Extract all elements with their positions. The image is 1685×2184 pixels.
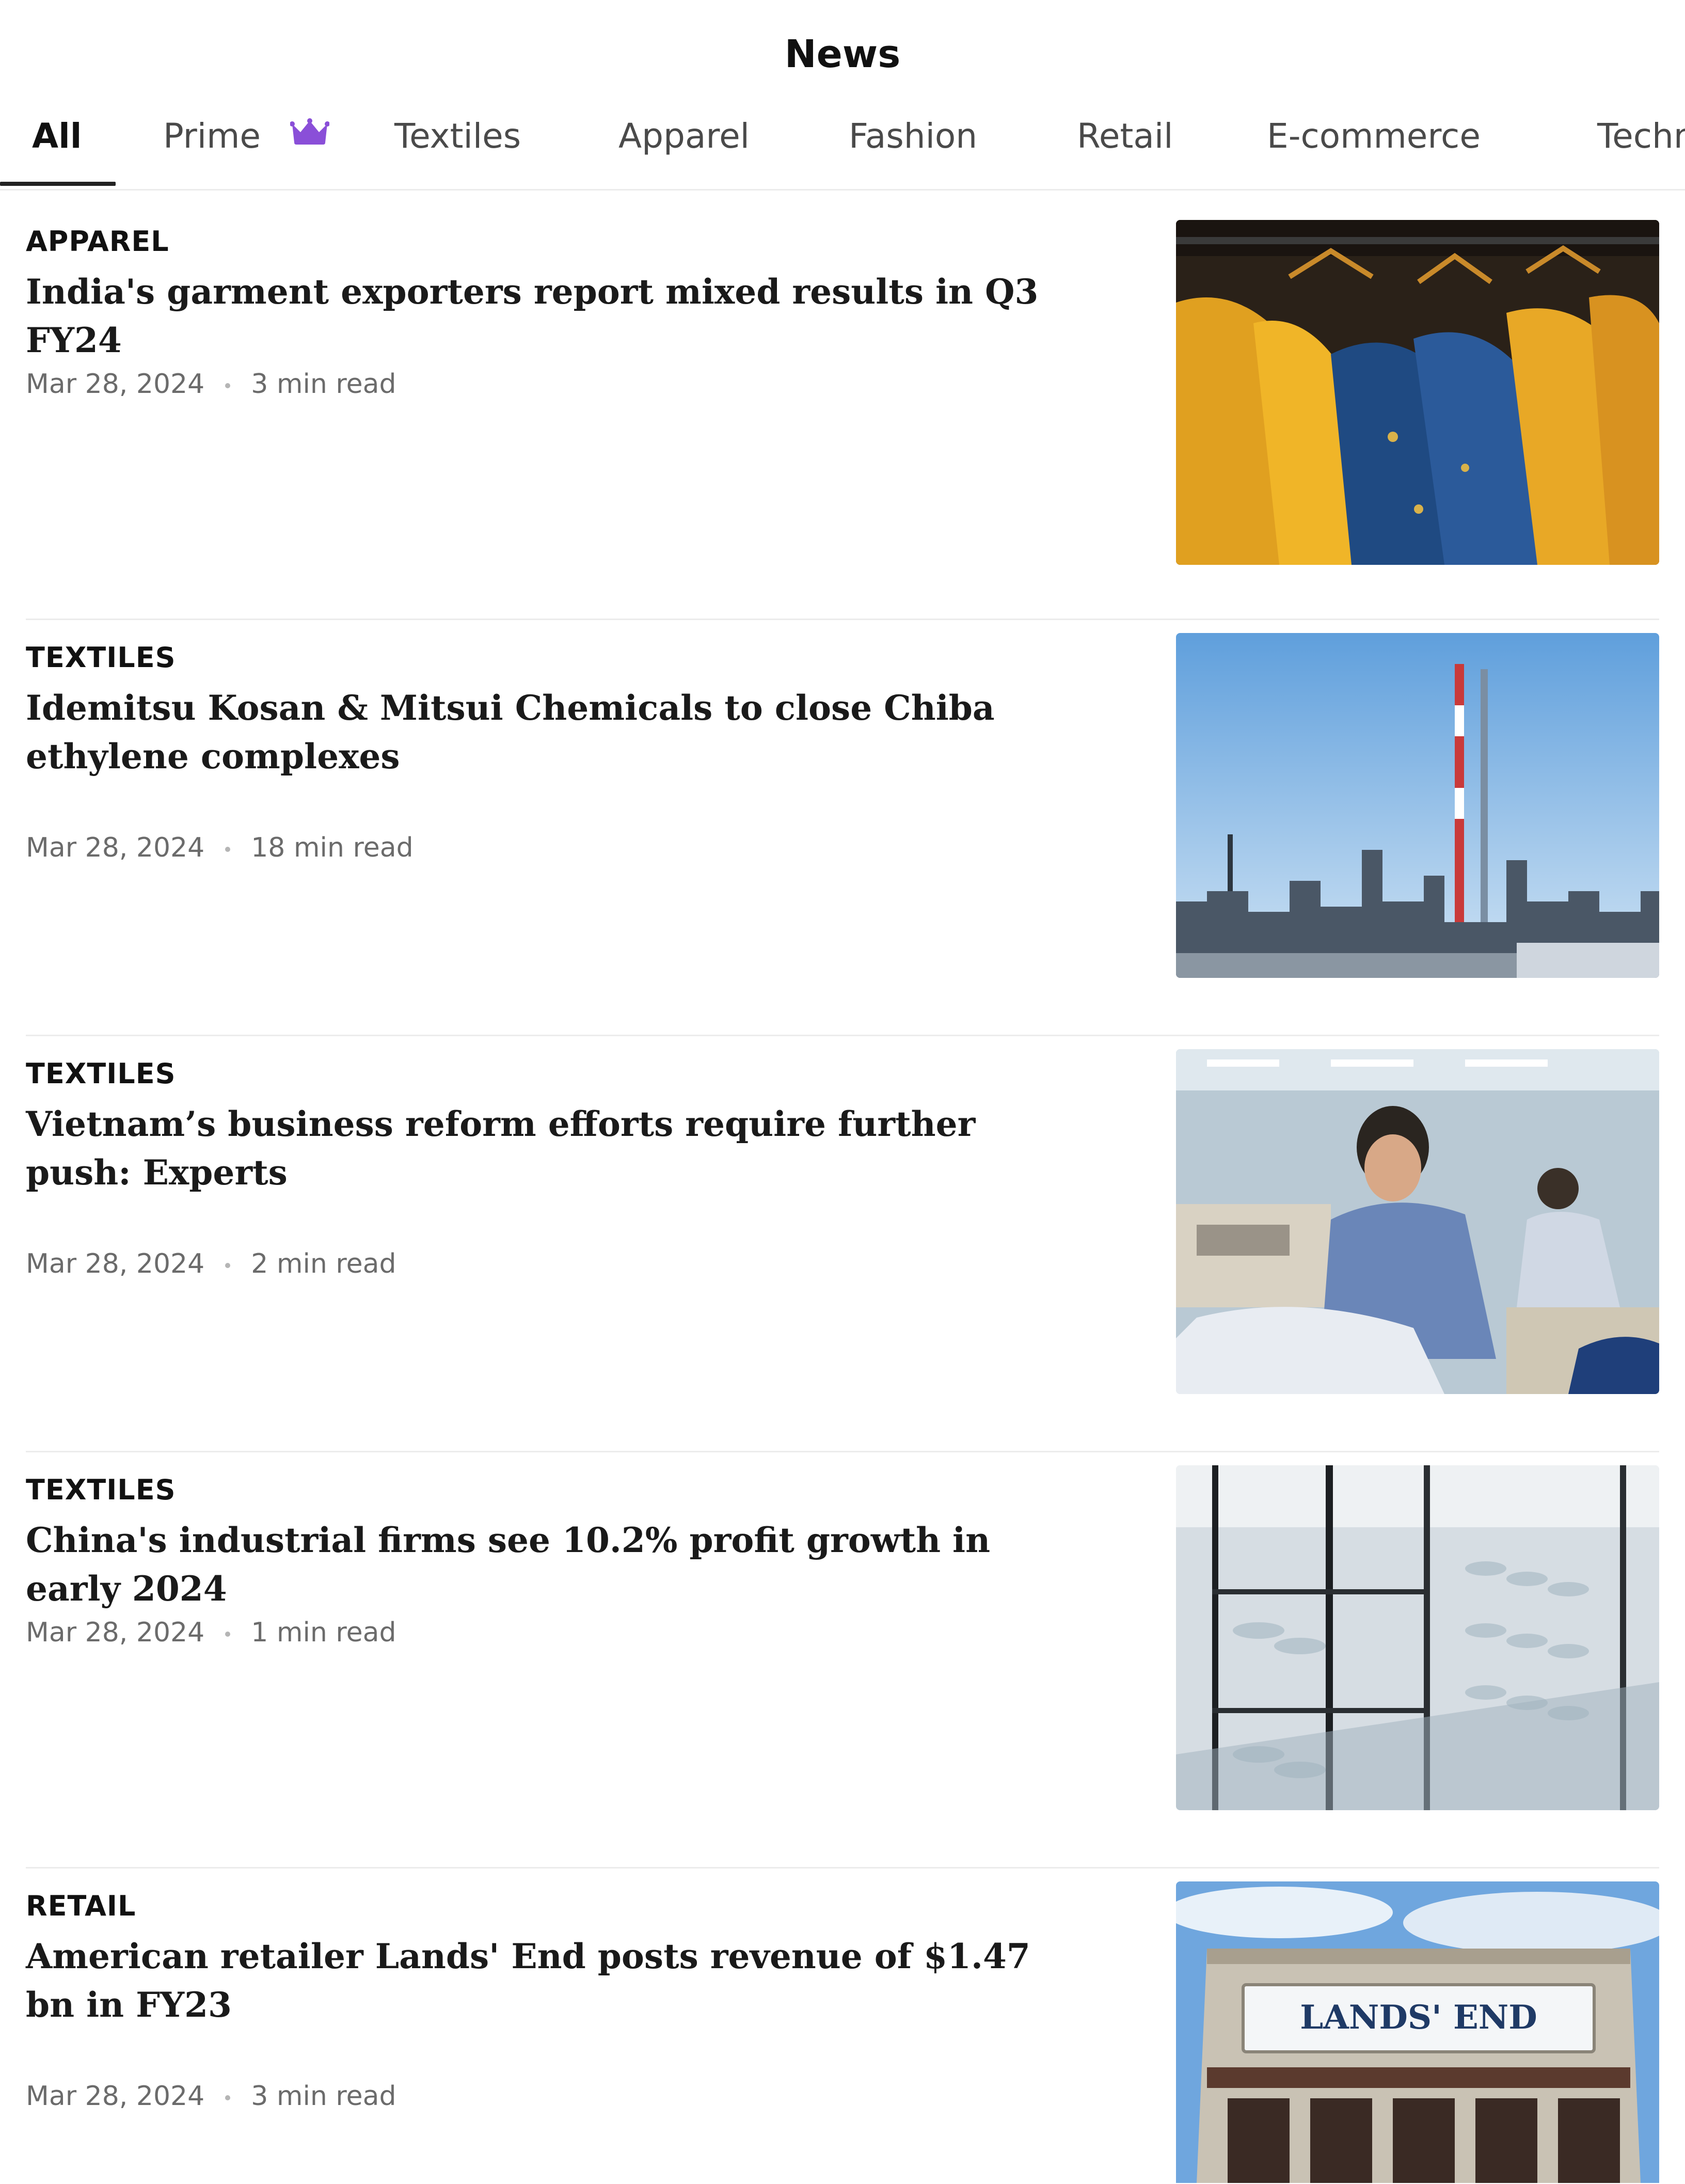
- lands-end-storefront-image[interactable]: LANDS' END: [1176, 1881, 1659, 2183]
- article-divider: [26, 1035, 1659, 1036]
- separator-dot-icon: [225, 1263, 231, 1268]
- article-read-time: 18 min read: [251, 832, 414, 863]
- article-title[interactable]: Vietnam’s business reform efforts requir…: [26, 1100, 1053, 1197]
- article-card[interactable]: TEXTILES China's industrial firms see 10…: [26, 1465, 1659, 1830]
- article-card[interactable]: TEXTILES Idemitsu Kosan & Mitsui Chemica…: [26, 633, 1659, 998]
- article-date: Mar 28, 2024: [26, 369, 205, 400]
- tab-apparel[interactable]: Apparel: [618, 103, 750, 189]
- tab-label: All: [32, 116, 82, 156]
- storefront-sign-text: LANDS' END: [1300, 1998, 1537, 2037]
- industrial-plant-image[interactable]: [1176, 633, 1659, 978]
- category-tab-bar: All Prime Textiles Apparel Fashion Retai…: [0, 103, 1685, 191]
- article-meta: Mar 28, 2024 18 min read: [26, 832, 414, 863]
- article-category: TEXTILES: [26, 641, 176, 674]
- tab-label: E-commerce: [1267, 116, 1481, 156]
- tab-retail[interactable]: Retail: [1077, 103, 1173, 189]
- article-read-time: 2 min read: [251, 1248, 396, 1279]
- article-divider: [26, 1867, 1659, 1869]
- article-meta: Mar 28, 2024 2 min read: [26, 1248, 396, 1279]
- article-category: TEXTILES: [26, 1474, 176, 1506]
- article-category: RETAIL: [26, 1890, 136, 1922]
- app-header: News: [0, 0, 1685, 90]
- article-read-time: 3 min read: [251, 369, 396, 400]
- article-meta: Mar 28, 2024 1 min read: [26, 1617, 396, 1648]
- tab-textiles[interactable]: Textiles: [394, 103, 521, 189]
- garment-factory-worker-image[interactable]: [1176, 1049, 1659, 1394]
- textile-machinery-image[interactable]: [1176, 1465, 1659, 1810]
- article-card[interactable]: APPAREL India's garment exporters report…: [26, 220, 1659, 581]
- tab-fashion[interactable]: Fashion: [849, 103, 977, 189]
- article-card[interactable]: RETAIL American retailer Lands' End post…: [26, 1881, 1659, 2184]
- article-category: APPAREL: [26, 225, 169, 258]
- article-card[interactable]: TEXTILES Vietnam’s business reform effor…: [26, 1049, 1659, 1414]
- article-date: Mar 28, 2024: [26, 2081, 205, 2112]
- tab-all[interactable]: All: [32, 103, 82, 189]
- article-title[interactable]: American retailer Lands' End posts reven…: [26, 1932, 1053, 2029]
- article-divider: [26, 1451, 1659, 1452]
- tab-label: Prime: [163, 116, 261, 156]
- separator-dot-icon: [225, 383, 231, 388]
- crown-icon: [290, 103, 330, 168]
- article-title[interactable]: India's garment exporters report mixed r…: [26, 267, 1053, 365]
- separator-dot-icon: [225, 847, 231, 852]
- article-date: Mar 28, 2024: [26, 1617, 205, 1648]
- article-title[interactable]: Idemitsu Kosan & Mitsui Chemicals to clo…: [26, 684, 1053, 781]
- tab-technology[interactable]: Techn: [1597, 103, 1685, 189]
- tab-prime[interactable]: Prime: [163, 103, 330, 189]
- active-tab-indicator: [0, 182, 116, 186]
- article-meta: Mar 28, 2024 3 min read: [26, 369, 396, 400]
- article-read-time: 1 min read: [251, 1617, 396, 1648]
- article-divider: [26, 619, 1659, 620]
- tab-label: Techn: [1597, 116, 1685, 156]
- article-title[interactable]: China's industrial firms see 10.2% profi…: [26, 1516, 1053, 1613]
- article-date: Mar 28, 2024: [26, 832, 205, 863]
- article-category: TEXTILES: [26, 1057, 176, 1090]
- separator-dot-icon: [225, 2095, 231, 2100]
- tab-label: Fashion: [849, 116, 978, 156]
- page-title: News: [784, 32, 901, 76]
- garments-on-hangers-image[interactable]: [1176, 220, 1659, 565]
- article-meta: Mar 28, 2024 3 min read: [26, 2081, 396, 2112]
- article-date: Mar 28, 2024: [26, 1248, 205, 1279]
- tab-label: Retail: [1077, 116, 1173, 156]
- tab-label: Apparel: [618, 116, 750, 156]
- separator-dot-icon: [225, 1632, 231, 1637]
- article-read-time: 3 min read: [251, 2081, 396, 2112]
- tab-e-commerce[interactable]: E-commerce: [1267, 103, 1481, 189]
- tab-label: Textiles: [394, 116, 521, 156]
